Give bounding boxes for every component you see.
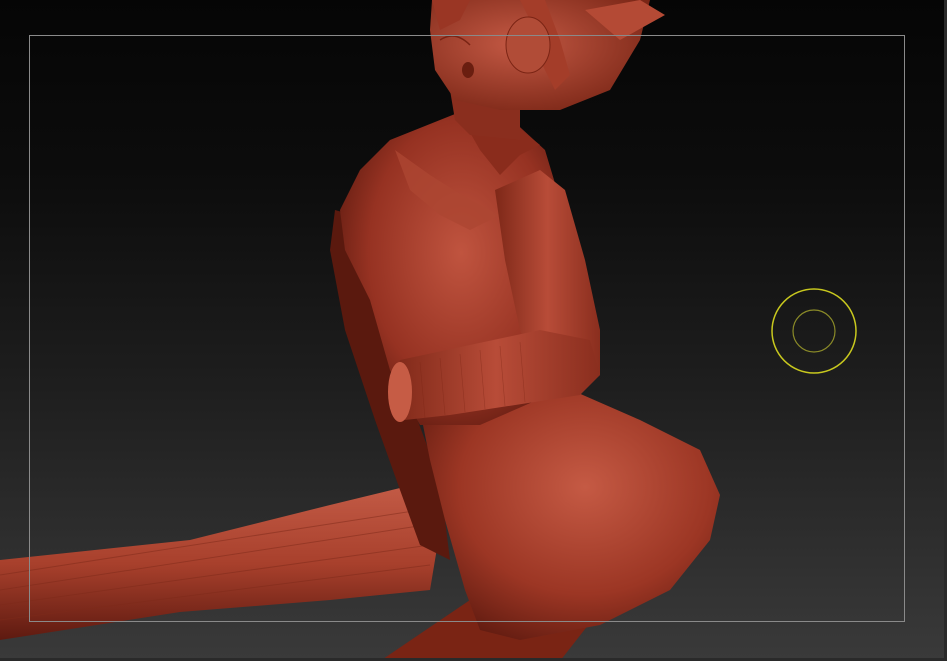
mouth: [462, 62, 474, 78]
extended-leg: [0, 488, 440, 640]
sculpt-model[interactable]: [0, 0, 947, 661]
eye: [505, 16, 551, 74]
sleeve-cuff: [388, 362, 412, 422]
document-viewport[interactable]: [0, 0, 947, 661]
